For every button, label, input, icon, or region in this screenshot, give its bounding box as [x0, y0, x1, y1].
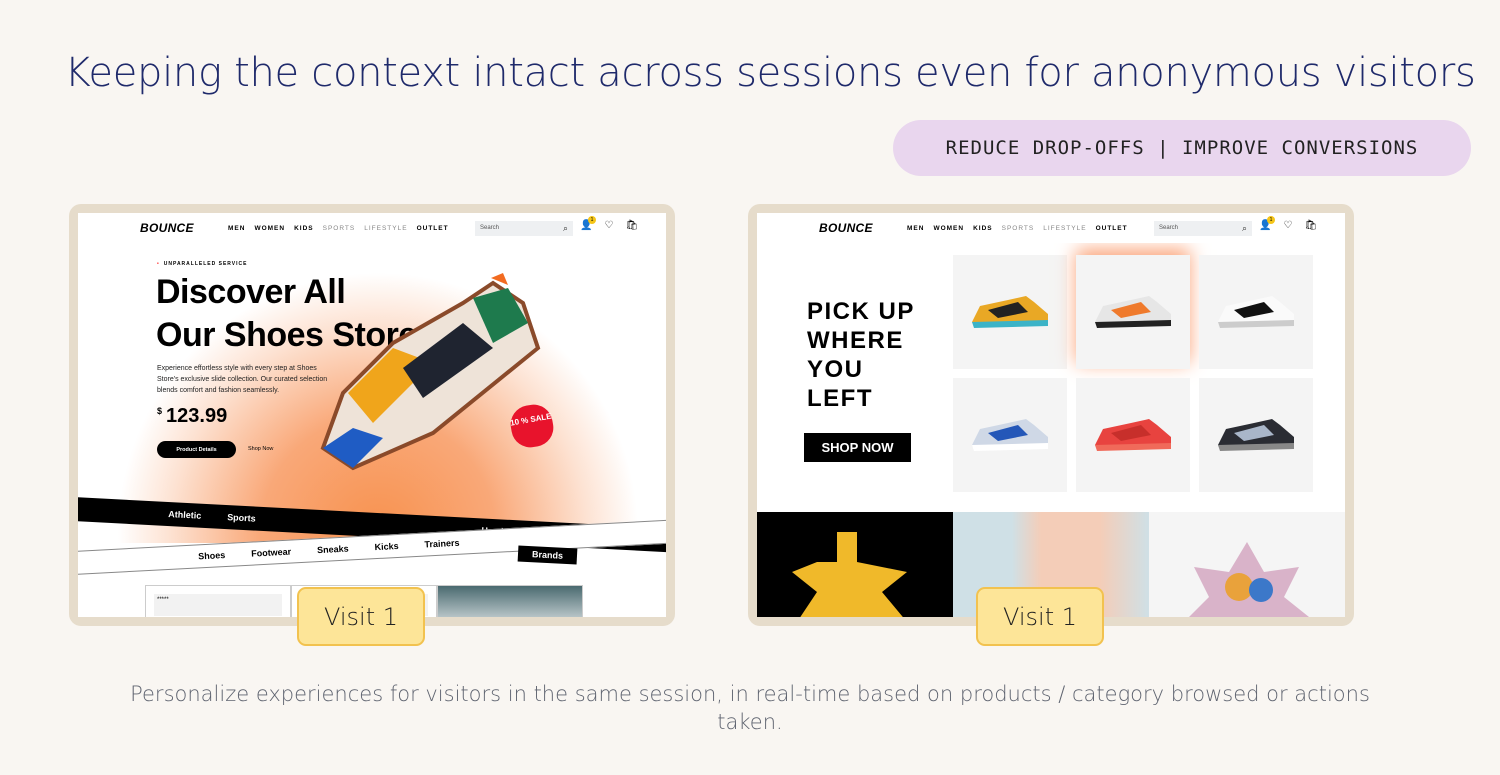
tagline-pill: REDUCE DROP-OFFS | IMPROVE CONVERSIONS: [893, 120, 1471, 176]
store-menu: MEN WOMEN KIDS SPORTS LIFESTYLE OUTLET: [907, 225, 1128, 232]
product-details-button[interactable]: Product Details: [157, 441, 236, 458]
shop-now-link[interactable]: Shop Now: [248, 446, 273, 452]
search-icon[interactable]: ⌕: [1242, 223, 1247, 234]
product-tile[interactable]: [1076, 378, 1190, 492]
store-homepage: BOUNCE MEN WOMEN KIDS SPORTS LIFESTYLE O…: [78, 213, 666, 617]
ribbon-item[interactable]: Athletic: [168, 509, 201, 521]
search-input[interactable]: Search ⌕: [1154, 221, 1252, 236]
shop-now-button[interactable]: SHOP NOW: [804, 433, 911, 462]
store-menu: MEN WOMEN KIDS SPORTS LIFESTYLE OUTLET: [228, 225, 449, 232]
search-placeholder: Search: [1159, 225, 1179, 231]
recently-viewed-grid: [953, 255, 1313, 492]
product-tile[interactable]: [953, 255, 1067, 369]
ribbon-item[interactable]: Sneaks: [317, 544, 349, 556]
currency: $: [157, 406, 163, 417]
heading-line: PICK UP: [807, 298, 915, 325]
star-graphic: [792, 532, 907, 617]
search-placeholder: Search: [480, 225, 500, 231]
search-input[interactable]: Search ⌕: [475, 221, 573, 236]
ribbon-item[interactable]: Sports: [227, 512, 256, 523]
sneaker-image: [1218, 419, 1294, 451]
sneaker-image: [972, 419, 1048, 451]
sneaker-image: [1218, 296, 1294, 328]
menu-women[interactable]: WOMEN: [254, 225, 285, 232]
promo-image-athlete[interactable]: [757, 512, 953, 617]
menu-kids[interactable]: KIDS: [294, 225, 314, 232]
product-tile[interactable]: [1199, 255, 1313, 369]
menu-sports[interactable]: SPORTS: [1002, 225, 1035, 232]
ribbon-item[interactable]: Trainers: [424, 538, 460, 550]
pick-up-heading: PICK UP WHERE YOU LEFT: [807, 297, 915, 413]
heart-icon[interactable]: ♡: [1283, 220, 1292, 231]
sneaker-image: [1095, 419, 1171, 451]
left-screenshot-frame: BOUNCE MEN WOMEN KIDS SPORTS LIFESTYLE O…: [69, 204, 675, 626]
user-icon[interactable]: 👤 1: [580, 216, 596, 231]
sneaker-image: [1095, 296, 1171, 328]
hero-description: Experience effortless style with every s…: [157, 365, 328, 394]
product-card-image[interactable]: [437, 585, 583, 617]
product-tile[interactable]: [1076, 255, 1190, 369]
product-card[interactable]: *****: [145, 585, 291, 617]
group-graphic: [1189, 542, 1309, 617]
bag-icon[interactable]: 🛍: [1304, 220, 1317, 231]
notification-badge: 1: [1267, 216, 1275, 224]
store-logo[interactable]: BOUNCE: [819, 221, 873, 235]
menu-lifestyle[interactable]: LIFESTYLE: [364, 225, 407, 232]
notification-badge: 1: [588, 216, 596, 224]
right-screenshot-frame: BOUNCE MEN WOMEN KIDS SPORTS LIFESTYLE O…: [748, 204, 1354, 626]
menu-outlet[interactable]: OUTLET: [1096, 225, 1128, 232]
ribbon-item[interactable]: Kicks: [374, 541, 399, 552]
caption: Personalize experiences for visitors in …: [130, 682, 1370, 734]
menu-sports[interactable]: SPORTS: [323, 225, 356, 232]
sneaker-image: [972, 296, 1048, 328]
sneaker-image: [320, 273, 541, 471]
heading-line: WHERE: [807, 327, 904, 354]
product-tile[interactable]: [953, 378, 1067, 492]
headline: Keeping the context intact across sessio…: [64, 50, 1476, 96]
menu-outlet[interactable]: OUTLET: [417, 225, 449, 232]
store-logo[interactable]: BOUNCE: [140, 221, 194, 235]
menu-men[interactable]: MEN: [228, 225, 245, 232]
menu-men[interactable]: MEN: [907, 225, 924, 232]
menu-women[interactable]: WOMEN: [933, 225, 964, 232]
store-homepage-personalized: BOUNCE MEN WOMEN KIDS SPORTS LIFESTYLE O…: [757, 213, 1345, 617]
visit-badge-right: Visit 1: [976, 587, 1104, 646]
hero-price: $123.99: [157, 405, 227, 428]
product-tile[interactable]: [1199, 378, 1313, 492]
ribbon-item-brands[interactable]: Brands: [517, 545, 578, 565]
ribbon-item[interactable]: Footwear: [251, 547, 291, 559]
search-icon[interactable]: ⌕: [563, 223, 568, 234]
visit-badge-left: Visit 1: [297, 587, 425, 646]
menu-kids[interactable]: KIDS: [973, 225, 993, 232]
heart-icon[interactable]: ♡: [604, 220, 613, 231]
bag-icon[interactable]: 🛍: [625, 220, 638, 231]
heading-line: LEFT: [807, 385, 873, 412]
user-icon[interactable]: 👤 1: [1259, 216, 1275, 231]
store-nav: BOUNCE MEN WOMEN KIDS SPORTS LIFESTYLE O…: [757, 213, 1345, 243]
rating: *****: [154, 594, 282, 616]
price-value: 123.99: [166, 405, 228, 427]
store-nav: BOUNCE MEN WOMEN KIDS SPORTS LIFESTYLE O…: [78, 213, 666, 243]
ribbon-item[interactable]: Shoes: [198, 550, 226, 561]
heading-line: YOU: [807, 356, 864, 383]
menu-lifestyle[interactable]: LIFESTYLE: [1043, 225, 1086, 232]
eyebrow: UNPARALLELED SERVICE: [157, 261, 247, 267]
promo-image-group[interactable]: [1149, 512, 1345, 617]
